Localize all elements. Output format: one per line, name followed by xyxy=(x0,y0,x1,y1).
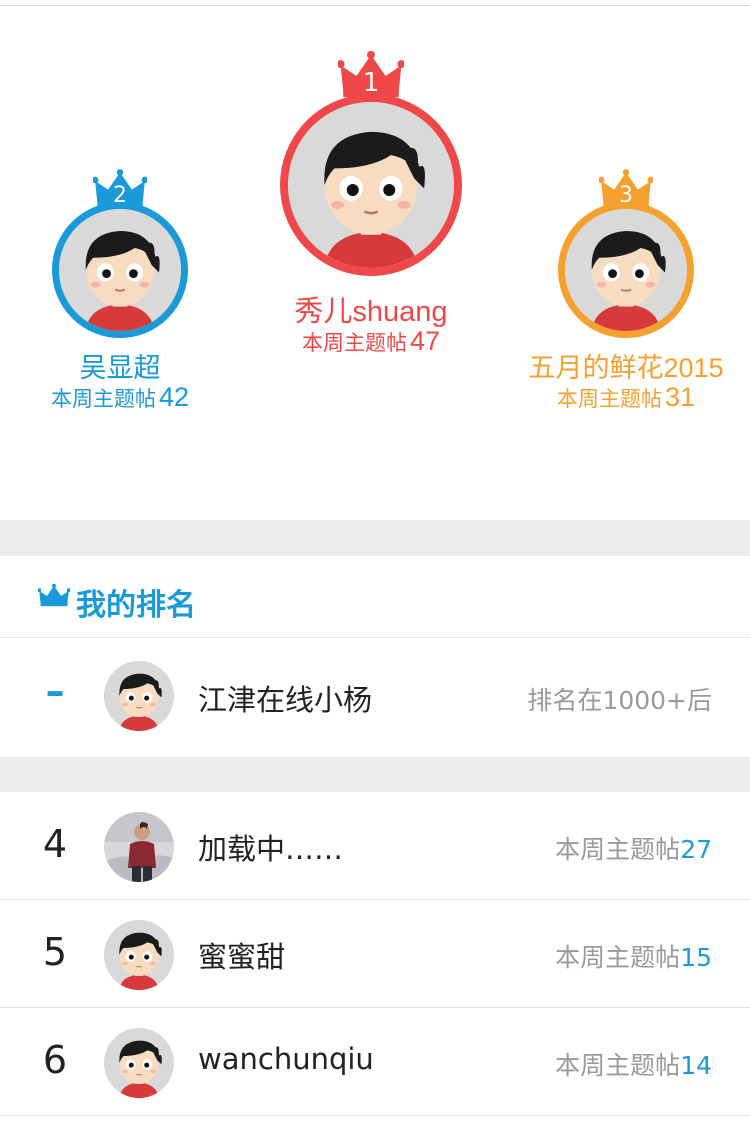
photo-avatar xyxy=(104,812,174,882)
stat-label: 本周主题帖 xyxy=(50,388,156,411)
rank-number: 5 xyxy=(42,930,68,974)
user-name[interactable]: wanchunqiu xyxy=(198,1042,374,1076)
stat-label: 本周主题帖 xyxy=(555,1051,681,1080)
podium-first[interactable]: 1 秀儿shuang 本周主题帖 47 xyxy=(280,50,462,360)
rank-status: 排名在1000+后 xyxy=(527,686,712,715)
my-rank-title: 我的排名 xyxy=(76,588,196,623)
my-rank-header: 我的排名 xyxy=(0,556,750,638)
stat-label: 本周主题帖 xyxy=(555,943,681,972)
winner-stat: 本周主题帖 31 xyxy=(557,382,695,413)
section-divider xyxy=(0,757,750,792)
rank-number: 4 xyxy=(42,822,68,866)
rank-number: – xyxy=(45,669,65,713)
stat-value: 31 xyxy=(664,382,696,412)
avatar[interactable] xyxy=(558,202,694,338)
avatar[interactable] xyxy=(280,94,462,276)
stat-label: 本周主题帖 xyxy=(301,332,407,355)
post-count: 本周主题帖15 xyxy=(555,938,712,974)
stat-value: 27 xyxy=(680,835,712,864)
avatar[interactable] xyxy=(104,661,174,731)
user-name[interactable]: 蜜蜜甜 xyxy=(198,934,285,976)
user-name[interactable]: 江津在线小杨 xyxy=(198,677,372,719)
rank-number: 6 xyxy=(42,1038,68,1082)
post-count: 本周主题帖14 xyxy=(555,1046,712,1082)
avatar[interactable] xyxy=(104,812,174,882)
stat-value: 42 xyxy=(158,382,190,412)
list-item[interactable]: 5 蜜蜜甜 本周主题帖15 xyxy=(0,900,750,1008)
section-divider xyxy=(0,520,750,556)
stat-value: 15 xyxy=(680,943,712,972)
crown-icon xyxy=(38,583,70,607)
winner-name[interactable]: 秀儿shuang xyxy=(294,288,447,330)
stat-label: 本周主题帖 xyxy=(556,388,662,411)
stat-value: 14 xyxy=(680,1051,712,1080)
avatar[interactable] xyxy=(104,1028,174,1098)
podium-second[interactable]: 2 吴显超 本周主题帖 42 xyxy=(20,168,220,418)
winner-name[interactable]: 吴显超 xyxy=(80,346,161,385)
post-count: 本周主题帖27 xyxy=(555,830,712,866)
podium-third[interactable]: 3 五月的鲜花2015 本周主题帖 31 xyxy=(524,168,728,418)
winner-name[interactable]: 五月的鲜花2015 xyxy=(528,346,723,385)
list-item[interactable]: 4 加载中…… 本周主题帖27 xyxy=(0,792,750,900)
podium: 1 秀儿shuang 本周主题帖 47 2 吴显超 本周主题帖 42 3 五月的鲜花… xyxy=(0,6,750,520)
user-name[interactable]: 加载中…… xyxy=(198,826,343,868)
avatar[interactable] xyxy=(52,202,188,338)
avatar[interactable] xyxy=(104,920,174,990)
winner-stat: 本周主题帖 42 xyxy=(51,382,189,413)
stat-value: 47 xyxy=(409,326,441,356)
stat-label: 本周主题帖 xyxy=(555,835,681,864)
list-item[interactable]: 6 wanchunqiu 本周主题帖14 xyxy=(0,1008,750,1116)
winner-stat: 本周主题帖 47 xyxy=(302,326,440,357)
my-rank-row[interactable]: – 江津在线小杨 排名在1000+后 xyxy=(0,639,750,757)
